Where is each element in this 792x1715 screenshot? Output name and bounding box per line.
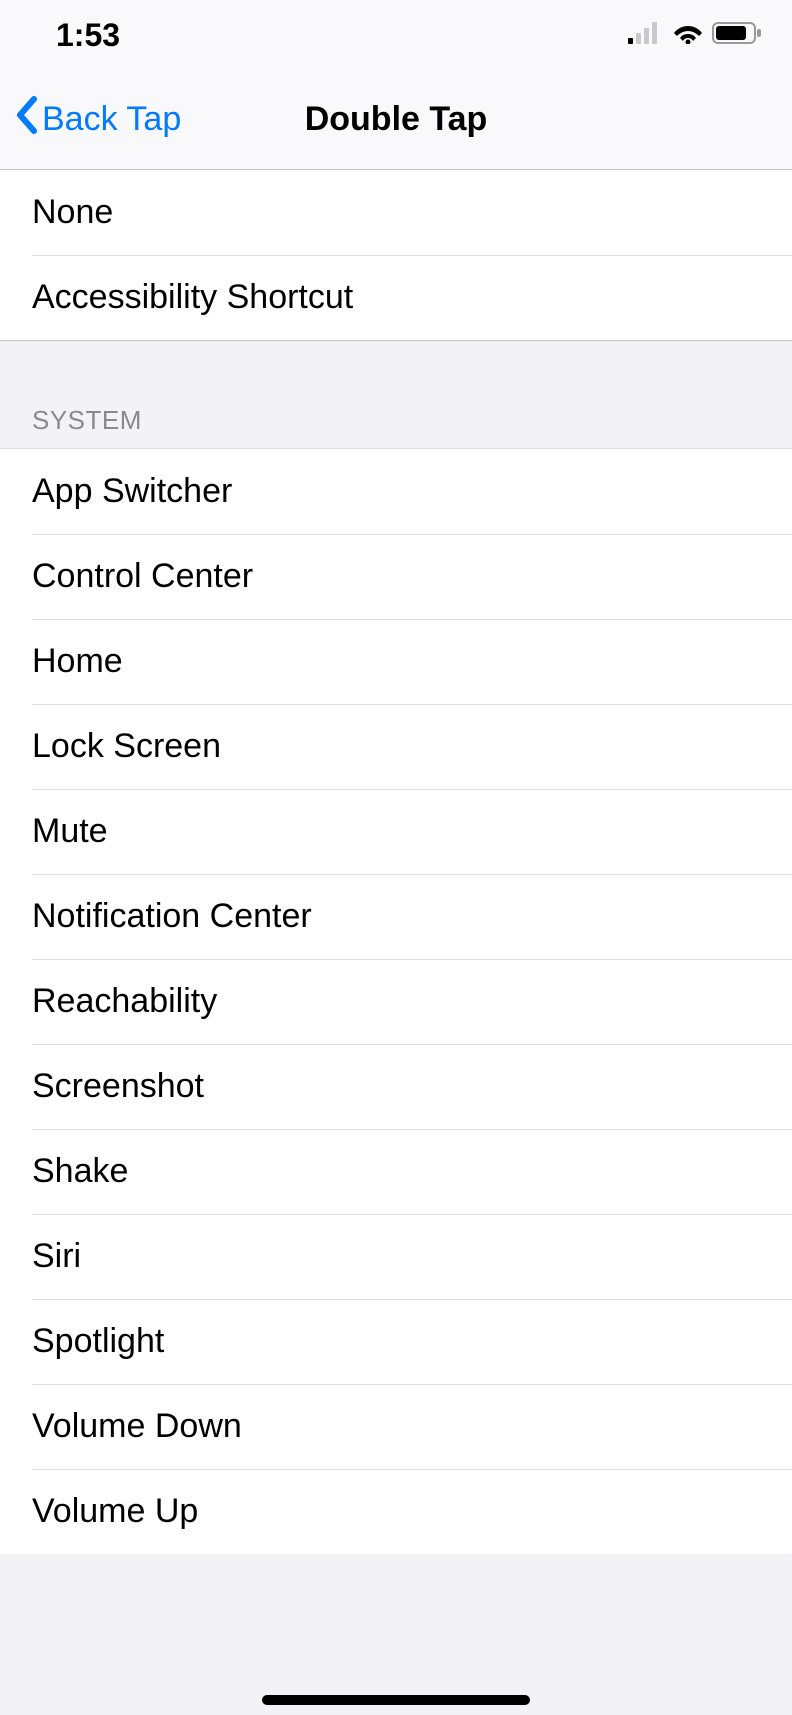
- option-label: Spotlight: [32, 1322, 164, 1361]
- option-volume-down[interactable]: Volume Down: [0, 1384, 792, 1469]
- option-label: App Switcher: [32, 472, 232, 511]
- option-control-center[interactable]: Control Center: [0, 534, 792, 619]
- navigation-bar: Back Tap Double Tap: [0, 70, 792, 170]
- option-label: Control Center: [32, 557, 253, 596]
- option-spotlight[interactable]: Spotlight: [0, 1299, 792, 1384]
- option-accessibility-shortcut[interactable]: Accessibility Shortcut: [0, 255, 792, 340]
- option-none[interactable]: None: [0, 170, 792, 255]
- battery-icon: [712, 22, 762, 49]
- option-shake[interactable]: Shake: [0, 1129, 792, 1214]
- option-app-switcher[interactable]: App Switcher: [0, 449, 792, 534]
- option-label: Screenshot: [32, 1067, 204, 1106]
- page-title: Double Tap: [305, 100, 488, 139]
- option-label: Notification Center: [32, 897, 312, 936]
- cellular-icon: [628, 22, 664, 49]
- options-group-top: None Accessibility Shortcut: [0, 170, 792, 341]
- option-screenshot[interactable]: Screenshot: [0, 1044, 792, 1129]
- options-group-system: App Switcher Control Center Home Lock Sc…: [0, 449, 792, 1554]
- option-label: Volume Down: [32, 1407, 242, 1446]
- option-label: None: [32, 193, 113, 232]
- status-indicators: [628, 22, 762, 49]
- option-mute[interactable]: Mute: [0, 789, 792, 874]
- option-home[interactable]: Home: [0, 619, 792, 704]
- back-label: Back Tap: [42, 100, 181, 139]
- option-notification-center[interactable]: Notification Center: [0, 874, 792, 959]
- status-bar: 1:53: [0, 0, 792, 70]
- option-lock-screen[interactable]: Lock Screen: [0, 704, 792, 789]
- option-label: Shake: [32, 1152, 128, 1191]
- option-siri[interactable]: Siri: [0, 1214, 792, 1299]
- section-header-system: SYSTEM: [0, 341, 792, 449]
- option-label: Accessibility Shortcut: [32, 278, 353, 317]
- option-label: Mute: [32, 812, 108, 851]
- option-label: Siri: [32, 1237, 81, 1276]
- option-label: Lock Screen: [32, 727, 221, 766]
- wifi-icon: [672, 22, 704, 49]
- home-indicator[interactable]: [262, 1695, 530, 1705]
- option-label: Volume Up: [32, 1492, 198, 1531]
- status-time: 1:53: [56, 17, 120, 54]
- option-label: Home: [32, 642, 123, 681]
- option-volume-up[interactable]: Volume Up: [0, 1469, 792, 1554]
- option-label: Reachability: [32, 982, 217, 1021]
- chevron-left-icon: [14, 95, 40, 144]
- back-button[interactable]: Back Tap: [0, 95, 181, 144]
- option-reachability[interactable]: Reachability: [0, 959, 792, 1044]
